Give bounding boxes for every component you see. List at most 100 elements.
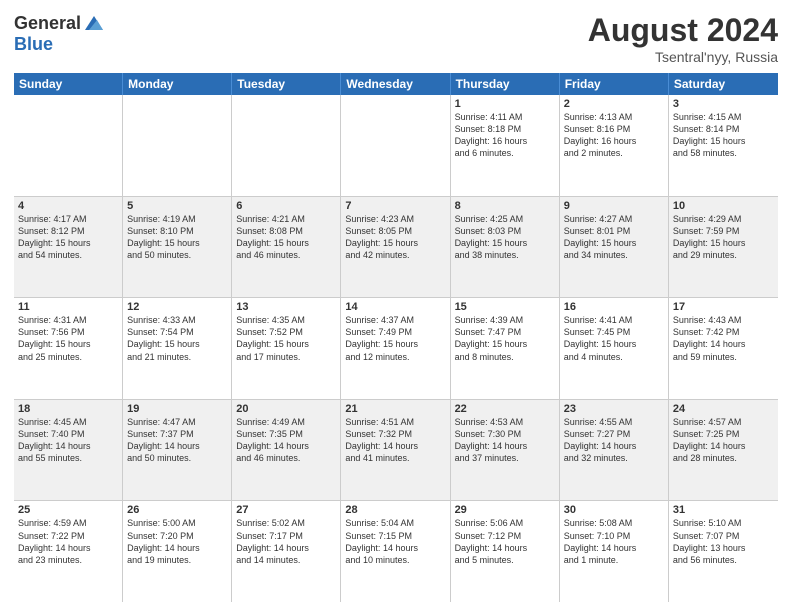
cell-text-24: Sunrise: 4:57 AM Sunset: 7:25 PM Dayligh… bbox=[673, 417, 746, 463]
cell-w0-d0 bbox=[14, 95, 123, 196]
header-friday: Friday bbox=[560, 73, 669, 95]
day-num-22: 22 bbox=[455, 403, 555, 415]
cell-text-21: Sunrise: 4:51 AM Sunset: 7:32 PM Dayligh… bbox=[345, 417, 418, 463]
cell-w3-d2: 20 Sunrise: 4:49 AM Sunset: 7:35 PM Dayli… bbox=[232, 400, 341, 501]
day-num-16: 16 bbox=[564, 301, 664, 313]
cell-text-8: Sunrise: 4:25 AM Sunset: 8:03 PM Dayligh… bbox=[455, 214, 528, 260]
cell-w2-d3: 14Sunrise: 4:37 AM Sunset: 7:49 PM Dayli… bbox=[341, 298, 450, 399]
cell-w2-d5: 16 Sunrise: 4:41 AM Sunset: 7:45 PM Dayli… bbox=[560, 298, 669, 399]
day-num-20: 20 bbox=[236, 403, 336, 415]
logo-blue-text: Blue bbox=[14, 34, 53, 54]
day-num-30: 30 bbox=[564, 504, 664, 516]
subtitle: Tsentral'nyy, Russia bbox=[588, 49, 778, 65]
cell-text-16: Sunrise: 4:41 AM Sunset: 7:45 PM Dayligh… bbox=[564, 315, 637, 361]
day-num-31: 31 bbox=[673, 504, 774, 516]
day-num-2: 2 bbox=[564, 98, 664, 110]
cell-w0-d6: 3Sunrise: 4:15 AM Sunset: 8:14 PM Daylig… bbox=[669, 95, 778, 196]
cell-text-12: Sunrise: 4:33 AM Sunset: 7:54 PM Dayligh… bbox=[127, 315, 200, 361]
cell-text-26: Sunrise: 5:00 AM Sunset: 7:20 PM Dayligh… bbox=[127, 518, 200, 564]
cell-w0-d1 bbox=[123, 95, 232, 196]
cell-w1-d3: 7Sunrise: 4:23 AM Sunset: 8:05 PM Daylig… bbox=[341, 197, 450, 298]
cell-text-3: Sunrise: 4:15 AM Sunset: 8:14 PM Dayligh… bbox=[673, 112, 746, 158]
cell-w1-d5: 9 Sunrise: 4:27 AM Sunset: 8:01 PM Daylig… bbox=[560, 197, 669, 298]
cell-text-13: Sunrise: 4:35 AM Sunset: 7:52 PM Dayligh… bbox=[236, 315, 309, 361]
cell-w4-d3: 28Sunrise: 5:04 AM Sunset: 7:15 PM Dayli… bbox=[341, 501, 450, 602]
cell-w1-d0: 4Sunrise: 4:17 AM Sunset: 8:12 PM Daylig… bbox=[14, 197, 123, 298]
week-row-3: 18 Sunrise: 4:45 AM Sunset: 7:40 PM Dayli… bbox=[14, 400, 778, 502]
day-num-15: 15 bbox=[455, 301, 555, 313]
day-num-13: 13 bbox=[236, 301, 336, 313]
header-sunday: Sunday bbox=[14, 73, 123, 95]
calendar-header: Sunday Monday Tuesday Wednesday Thursday… bbox=[14, 73, 778, 95]
cell-text-19: Sunrise: 4:47 AM Sunset: 7:37 PM Dayligh… bbox=[127, 417, 200, 463]
day-num-26: 26 bbox=[127, 504, 227, 516]
logo-icon bbox=[83, 12, 105, 34]
page: General Blue August 2024 Tsentral'nyy, R… bbox=[0, 0, 792, 612]
cell-text-10: Sunrise: 4:29 AM Sunset: 7:59 PM Dayligh… bbox=[673, 214, 746, 260]
cell-w0-d3 bbox=[341, 95, 450, 196]
cell-text-29: Sunrise: 5:06 AM Sunset: 7:12 PM Dayligh… bbox=[455, 518, 528, 564]
cell-text-28: Sunrise: 5:04 AM Sunset: 7:15 PM Dayligh… bbox=[345, 518, 418, 564]
cell-text-31: Sunrise: 5:10 AM Sunset: 7:07 PM Dayligh… bbox=[673, 518, 746, 564]
cell-text-22: Sunrise: 4:53 AM Sunset: 7:30 PM Dayligh… bbox=[455, 417, 528, 463]
cell-text-17: Sunrise: 4:43 AM Sunset: 7:42 PM Dayligh… bbox=[673, 315, 746, 361]
cell-w0-d5: 2Sunrise: 4:13 AM Sunset: 8:16 PM Daylig… bbox=[560, 95, 669, 196]
cell-w1-d1: 5 Sunrise: 4:19 AM Sunset: 8:10 PM Daylig… bbox=[123, 197, 232, 298]
cell-w3-d4: 22 Sunrise: 4:53 AM Sunset: 7:30 PM Dayli… bbox=[451, 400, 560, 501]
day-num-27: 27 bbox=[236, 504, 336, 516]
calendar-body: 1Sunrise: 4:11 AM Sunset: 8:18 PM Daylig… bbox=[14, 95, 778, 602]
day-num-7: 7 bbox=[345, 200, 445, 212]
cell-text-18: Sunrise: 4:45 AM Sunset: 7:40 PM Dayligh… bbox=[18, 417, 91, 463]
day-num-6: 6 bbox=[236, 200, 336, 212]
header-tuesday: Tuesday bbox=[232, 73, 341, 95]
day-num-24: 24 bbox=[673, 403, 774, 415]
header-thursday: Thursday bbox=[451, 73, 560, 95]
cell-text-6: Sunrise: 4:21 AM Sunset: 8:08 PM Dayligh… bbox=[236, 214, 309, 260]
day-num-9: 9 bbox=[564, 200, 664, 212]
cell-text-11: Sunrise: 4:31 AM Sunset: 7:56 PM Dayligh… bbox=[18, 315, 91, 361]
cell-w1-d6: 10 Sunrise: 4:29 AM Sunset: 7:59 PM Dayli… bbox=[669, 197, 778, 298]
day-num-18: 18 bbox=[18, 403, 118, 415]
cell-w3-d3: 21 Sunrise: 4:51 AM Sunset: 7:32 PM Dayli… bbox=[341, 400, 450, 501]
header-saturday: Saturday bbox=[669, 73, 778, 95]
logo-general-text: General bbox=[14, 13, 81, 34]
cell-text-23: Sunrise: 4:55 AM Sunset: 7:27 PM Dayligh… bbox=[564, 417, 637, 463]
day-num-25: 25 bbox=[18, 504, 118, 516]
cell-text-9: Sunrise: 4:27 AM Sunset: 8:01 PM Dayligh… bbox=[564, 214, 637, 260]
cell-w3-d5: 23 Sunrise: 4:55 AM Sunset: 7:27 PM Dayli… bbox=[560, 400, 669, 501]
day-num-11: 11 bbox=[18, 301, 118, 313]
day-num-23: 23 bbox=[564, 403, 664, 415]
day-num-12: 12 bbox=[127, 301, 227, 313]
week-row-2: 11 Sunrise: 4:31 AM Sunset: 7:56 PM Dayli… bbox=[14, 298, 778, 400]
cell-w2-d2: 13 Sunrise: 4:35 AM Sunset: 7:52 PM Dayli… bbox=[232, 298, 341, 399]
cell-w4-d4: 29 Sunrise: 5:06 AM Sunset: 7:12 PM Dayli… bbox=[451, 501, 560, 602]
cell-text-25: Sunrise: 4:59 AM Sunset: 7:22 PM Dayligh… bbox=[18, 518, 91, 564]
cell-w4-d1: 26 Sunrise: 5:00 AM Sunset: 7:20 PM Dayli… bbox=[123, 501, 232, 602]
cell-w2-d0: 11 Sunrise: 4:31 AM Sunset: 7:56 PM Dayli… bbox=[14, 298, 123, 399]
week-row-1: 4Sunrise: 4:17 AM Sunset: 8:12 PM Daylig… bbox=[14, 197, 778, 299]
day-num-10: 10 bbox=[673, 200, 774, 212]
cell-text-20: Sunrise: 4:49 AM Sunset: 7:35 PM Dayligh… bbox=[236, 417, 309, 463]
cell-text-1: Sunrise: 4:11 AM Sunset: 8:18 PM Dayligh… bbox=[455, 112, 528, 158]
cell-w3-d0: 18 Sunrise: 4:45 AM Sunset: 7:40 PM Dayli… bbox=[14, 400, 123, 501]
day-num-8: 8 bbox=[455, 200, 555, 212]
day-num-14: 14 bbox=[345, 301, 445, 313]
cell-text-5: Sunrise: 4:19 AM Sunset: 8:10 PM Dayligh… bbox=[127, 214, 200, 260]
week-row-4: 25 Sunrise: 4:59 AM Sunset: 7:22 PM Dayli… bbox=[14, 501, 778, 602]
week-row-0: 1Sunrise: 4:11 AM Sunset: 8:18 PM Daylig… bbox=[14, 95, 778, 197]
day-num-17: 17 bbox=[673, 301, 774, 313]
month-title: August 2024 bbox=[588, 12, 778, 49]
cell-text-15: Sunrise: 4:39 AM Sunset: 7:47 PM Dayligh… bbox=[455, 315, 528, 361]
day-num-4: 4 bbox=[18, 200, 118, 212]
cell-w2-d1: 12 Sunrise: 4:33 AM Sunset: 7:54 PM Dayli… bbox=[123, 298, 232, 399]
cell-w2-d4: 15 Sunrise: 4:39 AM Sunset: 7:47 PM Dayli… bbox=[451, 298, 560, 399]
day-num-29: 29 bbox=[455, 504, 555, 516]
header-wednesday: Wednesday bbox=[341, 73, 450, 95]
cell-w0-d2 bbox=[232, 95, 341, 196]
cell-text-27: Sunrise: 5:02 AM Sunset: 7:17 PM Dayligh… bbox=[236, 518, 309, 564]
cell-w4-d0: 25 Sunrise: 4:59 AM Sunset: 7:22 PM Dayli… bbox=[14, 501, 123, 602]
cell-w1-d4: 8 Sunrise: 4:25 AM Sunset: 8:03 PM Daylig… bbox=[451, 197, 560, 298]
day-num-5: 5 bbox=[127, 200, 227, 212]
logo: General Blue bbox=[14, 12, 105, 55]
day-num-21: 21 bbox=[345, 403, 445, 415]
